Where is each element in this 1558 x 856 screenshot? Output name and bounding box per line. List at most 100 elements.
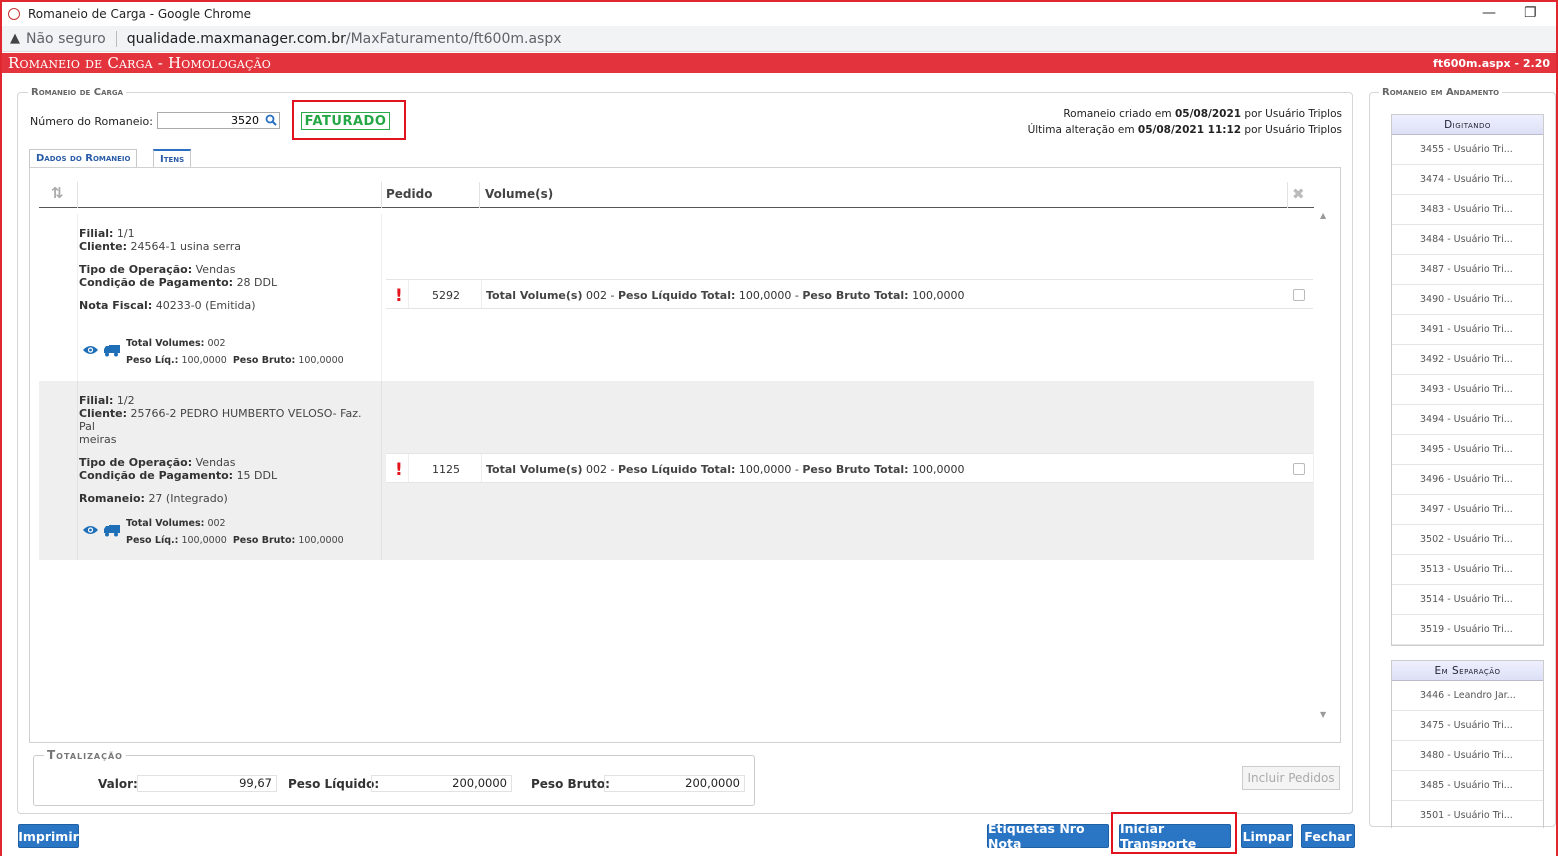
- separator: -: [791, 289, 803, 302]
- filial-value: 1/1: [116, 227, 135, 240]
- peso-bruto-field: 200,0000: [604, 775, 745, 792]
- chrome-app-icon: [8, 8, 20, 20]
- romaneio-list-item[interactable]: 3491 - Usuário Tri...: [1392, 315, 1543, 345]
- restore-button[interactable]: ❐: [1524, 5, 1537, 21]
- not-secure-label[interactable]: Não seguro: [26, 31, 106, 47]
- romaneio-list-item[interactable]: 3497 - Usuário Tri...: [1392, 495, 1543, 525]
- app-title: Romaneio de Carga - Homologação: [8, 54, 271, 72]
- eye-icon[interactable]: [82, 344, 99, 356]
- col-pedido: Pedido: [386, 187, 433, 201]
- limpar-button[interactable]: Limpar: [1241, 824, 1293, 848]
- romaneio-list-item[interactable]: 3475 - Usuário Tri...: [1392, 711, 1543, 741]
- separator: -: [606, 289, 618, 302]
- nota-line: Nota Fiscal: 40233-0 (Emitida): [79, 299, 379, 312]
- eye-icon[interactable]: [82, 524, 99, 536]
- romaneio-list-item[interactable]: 3495 - Usuário Tri...: [1392, 435, 1543, 465]
- order-row[interactable]: ! 1125 Total Volume(s) 002 - Peso Líquid…: [386, 453, 1313, 483]
- pesos-line: Peso Líq.: 100,0000 Peso Bruto: 100,0000: [126, 352, 344, 369]
- romaneio-list-item[interactable]: 3455 - Usuário Tri...: [1392, 135, 1543, 165]
- group-info: Filial: 1/2 Cliente: 25766-2 PEDRO HUMBE…: [79, 394, 379, 505]
- scroll-down-icon[interactable]: ▼: [1320, 710, 1326, 719]
- url-text[interactable]: qualidade.maxmanager.com.br/MaxFaturamen…: [127, 31, 562, 47]
- peso-liq-label: Peso Líq.:: [126, 355, 179, 366]
- romaneio-list-item[interactable]: 3446 - Leandro Jar...: [1392, 681, 1543, 711]
- row-checkbox[interactable]: [1293, 463, 1305, 475]
- romaneio-list-item[interactable]: 3484 - Usuário Tri...: [1392, 225, 1543, 255]
- cliente-value: 24564-1 usina serra: [130, 240, 242, 253]
- romaneio-list-item[interactable]: 3494 - Usuário Tri...: [1392, 405, 1543, 435]
- cond-label: Condição de Pagamento:: [79, 276, 234, 289]
- romaneio-list-item[interactable]: 3513 - Usuário Tri...: [1392, 555, 1543, 585]
- iniciar-transporte-button[interactable]: Iniciar Transporte: [1119, 821, 1231, 851]
- peso-liq-label: Peso Líq.:: [126, 535, 179, 546]
- truck-icon[interactable]: [103, 524, 121, 537]
- scroll-up-icon[interactable]: ▲: [1320, 211, 1326, 220]
- valor-label: Valor:: [98, 777, 138, 791]
- created-date: 05/08/2021: [1174, 108, 1242, 120]
- cliente-label: Cliente:: [79, 240, 128, 253]
- group-divider: [381, 381, 382, 560]
- items-scrollbar[interactable]: ▲ ▼: [1316, 208, 1332, 722]
- items-table-header: ⇅ Pedido Volume(s) ✖: [39, 182, 1314, 208]
- plt-label: Peso Líquido Total:: [617, 289, 736, 302]
- app-version: ft600m.aspx - 2.20: [1433, 56, 1550, 70]
- volume-summary: Total Volume(s) 002 - Peso Líquido Total…: [486, 463, 965, 476]
- alert-icon: !: [395, 460, 403, 480]
- tipo-label: Tipo de Operação:: [79, 456, 193, 469]
- tab-dados-romaneio[interactable]: Dados do Romaneio: [29, 149, 138, 167]
- incluir-pedidos-button[interactable]: Incluir Pedidos: [1242, 766, 1340, 790]
- row-divider: [481, 454, 482, 482]
- numero-label: Número do Romaneio:: [30, 115, 153, 128]
- tab-itens[interactable]: Itens: [153, 149, 192, 167]
- romaneio-list-item[interactable]: 3519 - Usuário Tri...: [1392, 615, 1543, 645]
- order-group: Filial: 1/1 Cliente: 24564-1 usina serra…: [39, 214, 1314, 381]
- romaneio-list-item[interactable]: 3483 - Usuário Tri...: [1392, 195, 1543, 225]
- cond-value: 28 DDL: [236, 276, 278, 289]
- totalizacao-fieldset: Totalização Valor: 99,67 Peso Líquido: 2…: [33, 748, 755, 806]
- nota-label: Nota Fiscal:: [79, 299, 153, 312]
- totalizacao-legend: Totalização: [44, 748, 126, 762]
- address-bar[interactable]: ▲ Não seguro qualidade.maxmanager.com.br…: [2, 26, 1556, 52]
- romaneio-label: Romaneio:: [79, 492, 145, 505]
- header-divider: [381, 182, 382, 208]
- etiquetas-button[interactable]: Etiquetas Nro Nota: [987, 821, 1109, 851]
- romaneio-list-item[interactable]: 3474 - Usuário Tri...: [1392, 165, 1543, 195]
- numero-input[interactable]: 3520: [157, 112, 280, 129]
- romaneio-list-item[interactable]: 3496 - Usuário Tri...: [1392, 465, 1543, 495]
- romaneio-list-item[interactable]: 3514 - Usuário Tri...: [1392, 585, 1543, 615]
- cliente-line: Cliente: 25766-2 PEDRO HUMBERTO VELOSO- …: [79, 407, 379, 433]
- vol-value: 002: [585, 463, 607, 476]
- clear-icon[interactable]: ✖: [1292, 185, 1305, 203]
- warning-icon[interactable]: ▲: [10, 31, 20, 46]
- header-divider: [1287, 182, 1288, 208]
- romaneio-list-item[interactable]: 3487 - Usuário Tri...: [1392, 255, 1543, 285]
- romaneio-list-item[interactable]: 3502 - Usuário Tri...: [1392, 525, 1543, 555]
- filial-label: Filial:: [79, 394, 114, 407]
- header-divider: [77, 182, 78, 208]
- group-divider: [77, 214, 78, 381]
- url-host: qualidade.maxmanager.com.br: [126, 30, 346, 47]
- romaneio-list-item[interactable]: 3501 - Usuário Tri...: [1392, 801, 1543, 828]
- romaneio-list-item[interactable]: 3485 - Usuário Tri...: [1392, 771, 1543, 801]
- truck-icon[interactable]: [103, 344, 121, 357]
- romaneio-list-item[interactable]: 3490 - Usuário Tri...: [1392, 285, 1543, 315]
- cond-line: Condição de Pagamento: 28 DDL: [79, 276, 379, 289]
- search-icon[interactable]: [265, 114, 277, 126]
- sort-icon[interactable]: ⇅: [51, 184, 64, 202]
- imprimir-button[interactable]: Imprimir: [18, 824, 79, 848]
- fechar-button[interactable]: Fechar: [1301, 824, 1355, 848]
- row-checkbox[interactable]: [1293, 289, 1305, 301]
- romaneio-list-item[interactable]: 3493 - Usuário Tri...: [1392, 375, 1543, 405]
- group-totals: Total Volumes: 002 Peso Líq.: 100,0000 P…: [126, 515, 344, 549]
- peso-liquido-label: Peso Líquido:: [288, 777, 380, 791]
- minimize-button[interactable]: —: [1482, 5, 1496, 21]
- digitando-list: Digitando 3455 - Usuário Tri... 3474 - Us…: [1391, 114, 1544, 646]
- tipo-value: Vendas: [195, 456, 236, 469]
- peso-liquido-field: 200,0000: [371, 775, 512, 792]
- romaneio-list-item[interactable]: 3480 - Usuário Tri...: [1392, 741, 1543, 771]
- col-volumes: Volume(s): [485, 187, 554, 201]
- peso-bruto-label: Peso Bruto:: [531, 777, 610, 791]
- order-row[interactable]: ! 5292 Total Volume(s) 002 - Peso Líquid…: [386, 279, 1313, 309]
- romaneio-list-item[interactable]: 3492 - Usuário Tri...: [1392, 345, 1543, 375]
- filial-value: 1/2: [116, 394, 135, 407]
